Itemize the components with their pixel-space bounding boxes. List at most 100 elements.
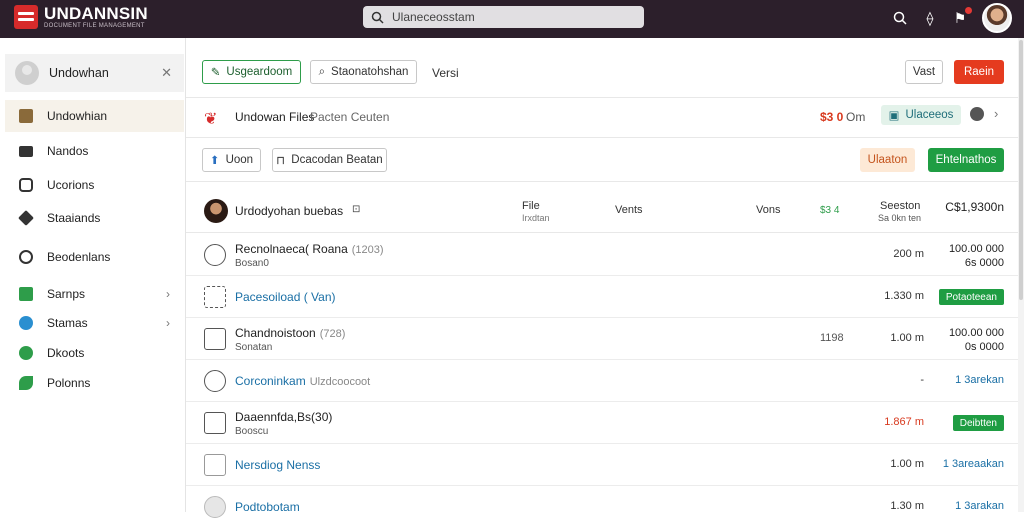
row-link[interactable]: 1 3arekan	[955, 374, 1004, 386]
row-amount: 1.30 m	[890, 500, 924, 512]
col-vents[interactable]: Vents	[615, 204, 643, 216]
col-file[interactable]: File	[522, 200, 540, 212]
leaf-icon	[19, 376, 33, 390]
chevron-right-icon: ›	[166, 287, 170, 301]
sidebar-item-label: Ucorions	[47, 178, 95, 192]
divider	[186, 181, 1024, 182]
status-badge: Potaoteean	[938, 289, 1004, 305]
file-header: ❦ Undowan Files Pacten Ceuten $3 0 Om ▣ …	[186, 97, 1024, 137]
versi-link[interactable]: Versi	[432, 66, 459, 80]
help-icon[interactable]: ⟠	[922, 10, 938, 27]
globe-icon	[204, 496, 226, 518]
row-amount: 1.00 m	[890, 332, 924, 344]
table-header: Urdodyohan buebas ⊡ File Irxdtan Vents V…	[186, 191, 1024, 233]
row-subtitle: Bosan0	[235, 258, 269, 269]
headset-icon	[19, 250, 33, 264]
table-row[interactable]: Nersdiog Nenss 1.00 m 1 3areaakan	[186, 444, 1024, 486]
vast-button[interactable]: Vast	[905, 60, 943, 84]
table-row[interactable]: Pacesoiload ( Van) 1.330 m Potaoteean	[186, 276, 1024, 318]
search-input[interactable]: Ulaneceosstam	[363, 6, 644, 28]
col-total[interactable]: C$1,9300n	[945, 200, 1004, 214]
file-subtitle: Pacten Ceuten	[310, 110, 390, 124]
brand-name: UNDANNSIN	[44, 4, 148, 23]
row-title: Chandnoistoon	[235, 326, 316, 340]
sidebar-item-undowhian[interactable]: Undowhian	[5, 100, 184, 132]
sidebar-item-label: Beodenlans	[47, 250, 111, 264]
row-total-sub: 6s 0000	[964, 257, 1004, 270]
divider	[186, 137, 1024, 138]
table-row[interactable]: Daaennfda,Bs(30) Booscu 1.867 m Deibtten	[186, 402, 1024, 444]
col-green: $3 4	[820, 205, 840, 216]
row-total-sub: 0s 0000	[964, 341, 1004, 354]
sidebar: Undowhan ✕ Undowhian Nandos Ucorions Sta…	[0, 38, 186, 512]
sort-icon[interactable]: ⊡	[352, 204, 360, 215]
brand-mark-icon	[14, 5, 38, 29]
status-badge[interactable]: ▣ Ulaceeos	[881, 105, 961, 125]
row-title[interactable]: Pacesoiload ( Van)	[235, 290, 336, 304]
table-row[interactable]: Podtobotam 1.30 m 1 3arakan	[186, 486, 1024, 528]
primary-action-button[interactable]: ✎ Usgeardoom	[202, 60, 301, 84]
sidebar-item-label: Stamas	[47, 316, 88, 330]
row-count: (1203)	[351, 244, 384, 256]
peach-button[interactable]: Ulaaton	[860, 148, 915, 172]
filter-icon: ⊓	[276, 155, 286, 167]
col-file-sub: Irxdtan	[522, 213, 550, 223]
secondary-search-button[interactable]: ⌕ Staonatohshan	[310, 60, 417, 84]
sidebar-item-nandos[interactable]: Nandos	[5, 135, 184, 167]
sidebar-item-label: Undowhian	[47, 109, 108, 123]
row-link[interactable]: 1 3areaakan	[943, 458, 1004, 470]
col-seas-sub: Sa 0kn ten	[878, 213, 922, 223]
chevron-right-icon: ›	[166, 316, 170, 330]
sidebar-item-ucorions[interactable]: Ucorions	[5, 169, 184, 201]
clock-icon	[204, 370, 226, 392]
search-icon[interactable]	[892, 11, 908, 25]
col-seas[interactable]: Seeston	[880, 200, 920, 212]
green-dot-icon	[19, 346, 33, 360]
table-row[interactable]: Recnolnaeca( Roana (1203) Bosan0 200 m 10…	[186, 234, 1024, 276]
row-title: Corconinkam	[235, 374, 306, 388]
row-amount: 200 m	[893, 248, 924, 260]
row-total: 100.00 000	[948, 243, 1004, 255]
row-title[interactable]: Nersdiog Nenss	[235, 458, 320, 472]
notifications-icon[interactable]: ⚑	[952, 6, 972, 27]
red-action-button[interactable]: Raein	[954, 60, 1004, 84]
chevron-right-icon[interactable]: ›	[994, 106, 998, 121]
edit-icon: ✎	[210, 67, 221, 79]
user-icon	[19, 178, 33, 192]
sidebar-item-sarnps[interactable]: Sarnps ›	[5, 278, 184, 310]
uoon-button[interactable]: ⬆ Uoon	[202, 148, 261, 172]
table-row[interactable]: Chandnoistoon (728) Sonatan 1198 1.00 m 1…	[186, 318, 1024, 360]
file-price: $3 0	[820, 110, 844, 124]
table-row[interactable]: Corconinkam Ulzdcoocoot - 1 3arekan	[186, 360, 1024, 402]
row-amount: 1.330 m	[884, 290, 924, 302]
table-title: Urdodyohan buebas	[235, 204, 344, 218]
row-amount: 1.00 m	[890, 458, 924, 470]
sidebar-item-beodenlans[interactable]: Beodenlans	[5, 241, 184, 273]
search-icon	[371, 11, 384, 24]
brand-tagline: DOCUMENT FILE MANAGEMENT	[44, 23, 145, 29]
notification-dot	[965, 6, 972, 14]
sidebar-item-stamas[interactable]: Stamas ›	[5, 307, 184, 339]
row-subtitle: Sonatan	[235, 342, 273, 353]
main-content: ✎ Usgeardoom ⌕ Staonatohshan Versi Vast …	[186, 38, 1024, 518]
close-icon[interactable]: ✕	[161, 65, 172, 81]
brand-logo[interactable]: UNDANNSIN DOCUMENT FILE MANAGEMENT	[14, 5, 148, 29]
user-avatar[interactable]	[982, 3, 1012, 33]
sidebar-item-staaiands[interactable]: Staaiands	[5, 202, 184, 234]
row-link[interactable]: 1 3arakan	[955, 500, 1004, 512]
folder-icon	[19, 145, 33, 157]
sidebar-item-polonns[interactable]: Polonns	[5, 367, 184, 399]
top-bar: UNDANNSIN DOCUMENT FILE MANAGEMENT Ulane…	[0, 0, 1024, 38]
green-action-button[interactable]: Ehtelnathos	[928, 148, 1004, 172]
building-icon	[204, 412, 226, 434]
search-icon: ⌕	[318, 65, 326, 78]
briefcase-icon	[19, 109, 33, 123]
filter-button[interactable]: ⊓ Dcacodan Beatan	[272, 148, 387, 172]
row-title: Recnolnaeca( Roana	[235, 242, 348, 256]
info-icon[interactable]	[970, 107, 984, 121]
sidebar-item-dkoots[interactable]: Dkoots	[5, 337, 184, 369]
col-vons[interactable]: Vons	[756, 204, 780, 216]
sidebar-item-label: Nandos	[47, 144, 89, 158]
sidebar-profile[interactable]: Undowhan ✕	[5, 54, 184, 92]
scrollbar-thumb[interactable]	[1019, 40, 1023, 300]
